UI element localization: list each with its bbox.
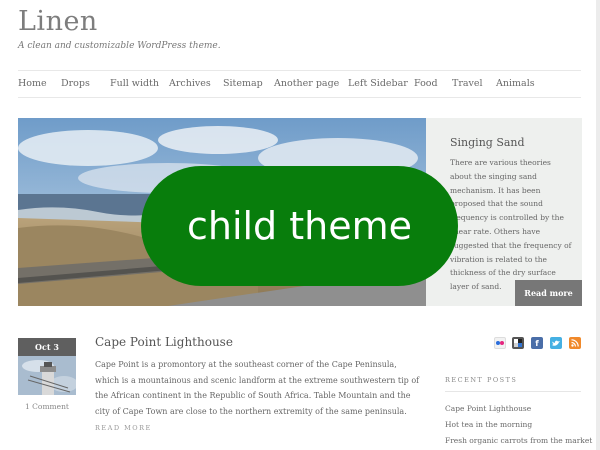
recent-posts-divider — [445, 391, 581, 392]
rss-icon[interactable] — [569, 337, 581, 349]
child-theme-badge: child theme — [141, 166, 458, 286]
nav-item-travel[interactable]: Travel — [452, 78, 483, 89]
recent-post-link[interactable]: Cape Point Lighthouse — [445, 404, 531, 413]
post-read-more-link[interactable]: READ MORE — [95, 424, 152, 432]
nav-item-full-width[interactable]: Full width — [110, 78, 159, 89]
post-comments-link[interactable]: 1 Comment — [18, 402, 76, 411]
read-more-button[interactable]: Read more — [515, 280, 582, 306]
post-date: Oct 3 — [18, 338, 76, 356]
twitter-icon[interactable] — [550, 337, 562, 349]
facebook-icon[interactable]: f — [531, 337, 543, 349]
post-thumbnail[interactable] — [18, 356, 76, 395]
nav-item-drops[interactable]: Drops — [61, 78, 90, 89]
featured-title[interactable]: Singing Sand — [450, 136, 525, 149]
header-divider — [18, 70, 581, 71]
nav-item-animals[interactable]: Animals — [496, 78, 535, 89]
main-navigation: Home Drops Full width Archives Sitemap A… — [18, 74, 598, 94]
page-edge — [596, 0, 600, 450]
featured-excerpt: There are various theories about the sin… — [450, 158, 572, 292]
post-excerpt: Cape Point is a promontory at the southe… — [95, 360, 420, 416]
child-theme-label: child theme — [186, 204, 413, 248]
flickr-icon[interactable] — [494, 337, 506, 349]
nav-divider — [18, 97, 581, 98]
nav-item-archives[interactable]: Archives — [169, 78, 211, 89]
recent-posts-heading: RECENT POSTS — [445, 376, 518, 384]
nav-item-food[interactable]: Food — [414, 78, 438, 89]
post-title[interactable]: Cape Point Lighthouse — [95, 335, 233, 349]
nav-item-sitemap[interactable]: Sitemap — [223, 78, 263, 89]
nav-item-another-page[interactable]: Another page — [274, 78, 339, 89]
site-title[interactable]: Linen — [18, 6, 98, 37]
recent-post-link[interactable]: Fresh organic carrots from the market — [445, 436, 592, 445]
nav-item-left-sidebar[interactable]: Left Sidebar — [348, 78, 408, 89]
delicious-icon[interactable] — [512, 337, 524, 349]
site-description: A clean and customizable WordPress theme… — [18, 41, 221, 51]
recent-post-link[interactable]: Hot tea in the morning — [445, 420, 532, 429]
nav-item-home[interactable]: Home — [18, 78, 47, 89]
lighthouse-image — [18, 356, 76, 395]
